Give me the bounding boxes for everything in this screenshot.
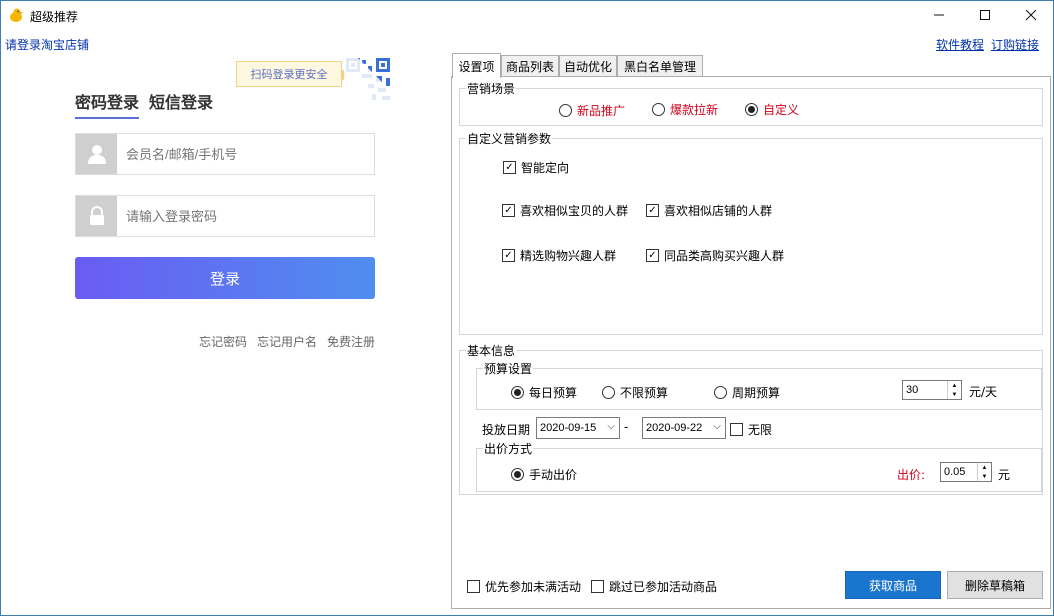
checkbox-similar-shops[interactable]: ✓ 喜欢相似店铺的人群 [646,202,772,219]
checkmark-icon[interactable]: ✓ [646,249,659,262]
radio-circle[interactable] [652,103,665,116]
login-button[interactable]: 登录 [75,257,375,299]
spinner-arrows-icon[interactable]: ▲ ▼ [947,381,961,399]
end-date-picker[interactable]: 2020-09-22 ⌵ [642,417,726,439]
password-field[interactable] [75,195,375,237]
checkbox-shopping-interest[interactable]: ✓ 精选购物兴趣人群 [502,247,616,264]
checkbox-similar-items[interactable]: ✓ 喜欢相似宝贝的人群 [502,202,628,219]
fetch-products-button[interactable]: 获取商品 [845,571,941,599]
window-title: 超级推荐 [30,10,79,24]
tab-password-login[interactable]: 密码登录 [75,89,140,119]
bid-value: 0.05 [944,466,966,478]
custom-params-title: 自定义营销参数 [466,130,553,147]
tutorial-link[interactable]: 软件教程 [936,36,984,53]
shopping-interest-label: 精选购物兴趣人群 [520,249,617,263]
checkmark-icon[interactable]: ✓ [502,204,515,217]
start-date-value: 2020-09-15 [540,422,597,434]
basic-info-title: 基本信息 [466,342,517,359]
end-date-value: 2020-09-22 [646,422,703,434]
username-field[interactable] [75,133,375,175]
bid-unit: 元 [998,468,1011,482]
radio-daily-budget[interactable]: 每日预算 [511,384,577,401]
prefer-unfull-label: 优先参加未满活动 [485,580,582,594]
checkbox-empty[interactable] [467,580,480,593]
register-link[interactable]: 免费注册 [327,333,375,350]
order-link[interactable]: 订购链接 [991,36,1039,53]
bid-price-label: 出价: [897,468,926,482]
checkbox-skip-joined[interactable]: 跳过已参加活动商品 [591,578,717,595]
checkmark-icon[interactable]: ✓ [502,249,515,262]
tab-settings[interactable]: 设置项 [452,53,501,78]
budget-unit: 元/天 [969,385,998,399]
skip-joined-label: 跳过已参加活动商品 [609,580,718,594]
similar-items-label: 喜欢相似宝贝的人群 [520,204,629,218]
username-input[interactable] [126,144,366,164]
marketing-scene-title: 营销场景 [466,80,517,97]
radio-unlimited-budget[interactable]: 不限预算 [602,384,668,401]
tab-auto-optimize[interactable]: 自动优化 [559,55,617,77]
tab-product-list[interactable]: 商品列表 [501,55,559,77]
radio-circle[interactable] [714,386,727,399]
tab-blackwhite-list[interactable]: 黑白名单管理 [617,55,703,77]
budget-title: 预算设置 [483,360,534,377]
radio-manual-bid[interactable]: 手动出价 [511,466,577,483]
budget-spinner[interactable]: 30 ▲ ▼ [902,380,962,400]
unlimited-date-label: 无限 [748,423,773,437]
forgot-password-link[interactable]: 忘记密码 [199,333,247,350]
start-date-picker[interactable]: 2020-09-15 ⌵ [536,417,620,439]
daily-budget-label: 每日预算 [529,386,578,400]
bid-title: 出价方式 [483,440,534,457]
checkbox-category-interest[interactable]: ✓ 同品类高购买兴趣人群 [646,247,784,264]
date-label: 投放日期 [482,423,531,437]
maximize-button[interactable] [962,0,1008,30]
radio-hot-item-label: 爆款拉新 [670,103,719,117]
delete-drafts-button[interactable]: 删除草稿箱 [947,571,1043,599]
lock-icon [76,196,117,236]
checkbox-empty[interactable] [591,580,604,593]
budget-value: 30 [906,384,919,396]
forgot-username-link[interactable]: 忘记用户名 [257,333,317,350]
qr-login-tip: 扫码登录更安全 [236,61,348,87]
periodic-budget-label: 周期预算 [732,386,781,400]
minimize-button[interactable] [916,0,962,30]
radio-periodic-budget[interactable]: 周期预算 [714,384,780,401]
smart-targeting-label: 智能定向 [521,161,570,175]
radio-circle-selected[interactable] [745,103,758,116]
checkbox-smart-targeting[interactable]: ✓ 智能定向 [503,159,569,176]
checkbox-prefer-unfull[interactable]: 优先参加未满活动 [467,578,581,595]
radio-circle-selected[interactable] [511,468,524,481]
radio-circle[interactable] [602,386,615,399]
tab-sms-login[interactable]: 短信登录 [149,89,213,113]
title-bar: 超级推荐 [0,0,1054,30]
radio-hot-item[interactable]: 爆款拉新 [652,101,718,118]
login-shop-link[interactable]: 请登录淘宝店铺 [5,36,89,53]
unlimited-budget-label: 不限预算 [620,386,669,400]
checkbox-unlimited-date[interactable]: 无限 [730,421,772,438]
radio-circle-selected[interactable] [511,386,524,399]
date-separator: - [624,420,629,434]
checkmark-icon[interactable]: ✓ [646,204,659,217]
user-icon [76,134,117,174]
radio-new-product-label: 新品推广 [577,104,626,118]
password-input[interactable] [126,206,366,226]
qr-code-icon[interactable] [344,56,396,111]
app-duck-icon [8,7,24,23]
chevron-down-icon[interactable]: ⌵ [713,421,721,432]
checkbox-empty[interactable] [730,423,743,436]
spinner-arrows-icon[interactable]: ▲ ▼ [977,463,991,481]
radio-custom-label: 自定义 [763,103,800,117]
checkmark-icon[interactable]: ✓ [503,161,516,174]
qr-tip-text: 扫码登录更安全 [250,68,328,81]
category-interest-label: 同品类高购买兴趣人群 [664,249,785,263]
bid-spinner[interactable]: 0.05 ▲ ▼ [940,462,992,482]
radio-circle[interactable] [559,104,572,117]
radio-new-product[interactable]: 新品推广 [559,102,625,119]
radio-custom[interactable]: 自定义 [745,101,799,118]
close-button[interactable] [1008,0,1054,30]
chevron-down-icon[interactable]: ⌵ [607,421,615,432]
manual-bid-label: 手动出价 [529,468,578,482]
similar-shops-label: 喜欢相似店铺的人群 [664,204,773,218]
